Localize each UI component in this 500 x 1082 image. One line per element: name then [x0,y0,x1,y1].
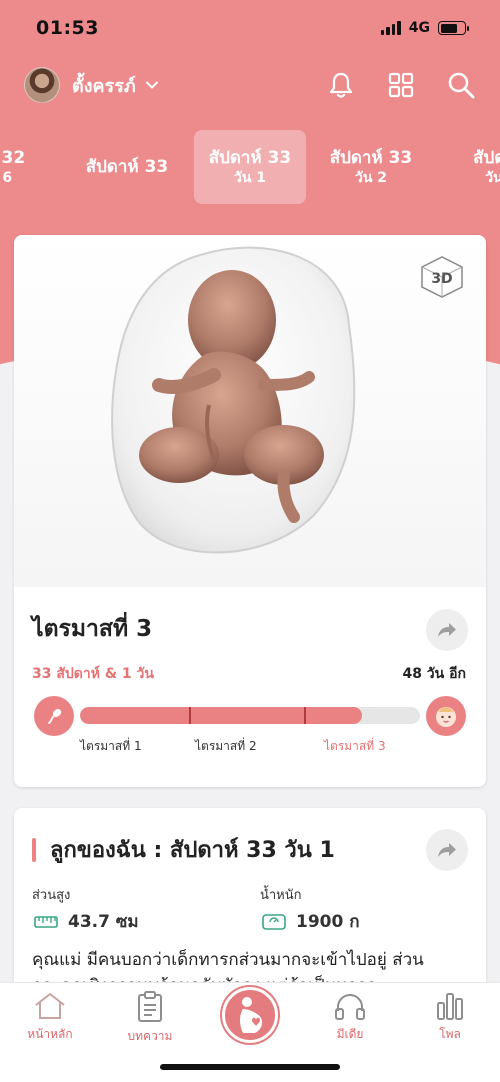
share-button[interactable] [426,609,468,651]
home-icon [35,993,65,1019]
height-metric: 43.7 ซม [34,908,139,935]
week-tab[interactable]: าห์ 32 น 6 [0,130,56,204]
status-time: 01:53 [36,17,99,39]
nav-home[interactable]: หน้าหลัก [5,991,95,1047]
grid-icon[interactable] [386,70,416,100]
week-tab-label: สัปดาห์ 33 [208,147,292,168]
nav-poll-label: โพล [439,1027,461,1041]
days-remaining: 48 วัน อีก [402,666,466,682]
scale-icon [262,913,286,930]
battery-icon [438,21,469,35]
avatar[interactable] [24,67,60,103]
app-header: ตั้งครรภ์ [24,60,476,110]
clipboard-icon [138,991,162,1022]
week-tab[interactable]: สัปดาห์ 33 [71,130,183,204]
trimester-divider [304,707,307,724]
status-indicators: 4G [380,20,469,36]
baby-face-icon [426,696,466,736]
home-indicator [160,1064,340,1070]
poll-icon [437,993,463,1020]
share-button[interactable] [426,829,468,871]
week-tab[interactable]: สัปดา วัน [438,130,500,204]
week-tab[interactable]: สัปดาห์ 33 วัน 2 [315,130,427,204]
week-tabs: าห์ 32 น 6 สัปดาห์ 33 สัปดาห์ 33 วัน 1 ส… [0,130,500,204]
week-tab-sub: วัน 2 [354,169,388,186]
height-label: ส่วนสูง [32,888,71,903]
ruler-icon [34,915,58,928]
trimester-2-label: ไตรมาสที่ 2 [195,739,257,753]
baby-summary-card: ลูกของฉัน : สัปดาห์ 33 วัน 1 ส่วนสูง 43.… [14,808,486,1008]
week-tab-label: สัปดาห์ 33 [85,156,169,177]
sperm-icon [34,696,74,736]
trimester-1-label: ไตรมาสที่ 1 [80,739,142,753]
nav-pregnancy[interactable] [222,987,278,1043]
bell-icon[interactable] [326,70,356,100]
week-tab-label: สัปดา [473,147,500,168]
weight-metric: 1900 ก [262,908,360,935]
nav-media-label: มีเดีย [336,1027,364,1041]
nav-articles-label: บทความ [127,1029,173,1043]
pregnancy-age: 33 สัปดาห์ & 1 วัน [32,666,154,682]
weight-value: 1900 ก [296,912,360,932]
share-icon [438,623,456,637]
share-icon [438,843,456,857]
trimester-divider [188,707,191,724]
height-value: 43.7 ซม [68,912,139,932]
week-tab-sub: วัน [485,169,500,186]
fetus-3d-image[interactable] [14,235,486,587]
headphones-icon [335,994,365,1020]
baby-card-title: ลูกของฉัน : สัปดาห์ 33 วัน 1 [50,838,335,863]
pregnancy-icon [240,997,263,1033]
nav-home-label: หน้าหลัก [27,1027,73,1041]
week-tab-sub: น 6 [0,169,13,186]
3d-badge-text: 3D [431,271,452,287]
trimester-card: 3D ไตรมาสที่ 3 33 สัปดาห์ & 1 วัน 48 วัน… [14,235,486,787]
profile-switcher-label[interactable]: ตั้งครรภ์ [72,71,136,100]
week-tab-active[interactable]: สัปดาห์ 33 วัน 1 [194,130,306,204]
bottom-navigation: หน้าหลัก บทความ มีเดีย โพล [0,982,500,1082]
progress-fill [80,707,363,724]
status-bar: 01:53 4G [0,0,500,56]
trimester-3-label: ไตรมาสที่ 3 [324,739,386,753]
header-actions [326,70,476,100]
trimester-progress-bar [80,707,420,724]
title-accent-bar [32,838,36,862]
network-type: 4G [408,20,430,36]
week-tab-label: าห์ 32 [0,147,26,168]
week-tab-sub: วัน 1 [233,169,267,186]
nav-media[interactable]: มีเดีย [305,991,395,1047]
nav-articles[interactable]: บทความ [105,991,195,1047]
3d-view-icon[interactable]: 3D [418,253,466,301]
weight-label: น้ำหนัก [260,888,302,903]
trimester-title: ไตรมาสที่ 3 [32,616,153,642]
signal-icon [380,21,401,35]
week-tab-label: สัปดาห์ 33 [329,147,413,168]
chevron-down-icon[interactable] [144,77,160,93]
search-icon[interactable] [446,70,476,100]
nav-poll[interactable]: โพล [405,991,495,1047]
